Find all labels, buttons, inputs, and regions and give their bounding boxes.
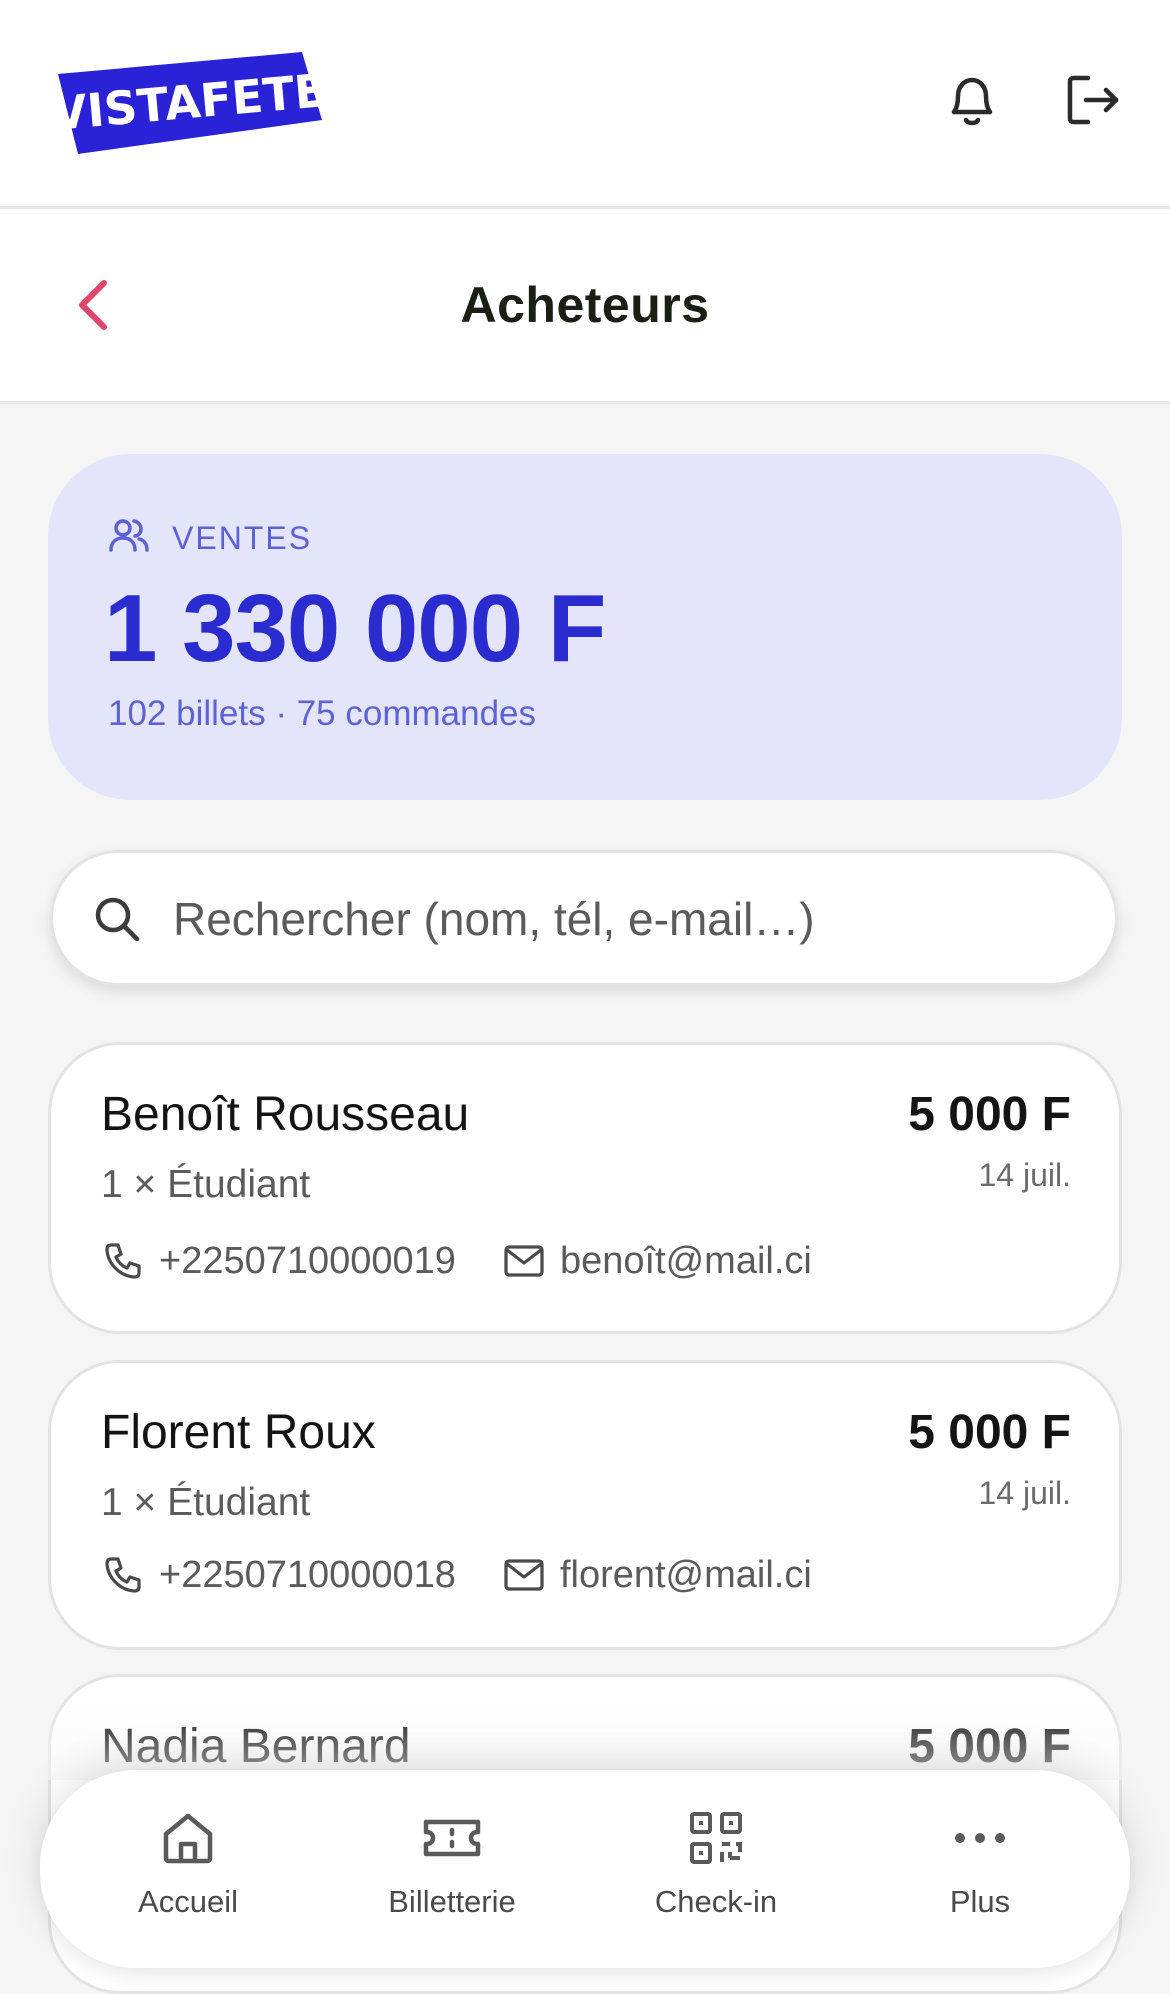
nav-label: Plus (949, 1884, 1011, 1919)
buyer-price: 5 000 F (908, 1406, 1071, 1459)
bottom-nav: Accueil Billetterie Check-in Plus (40, 1770, 1130, 1968)
search-bar[interactable] (50, 850, 1118, 986)
qr-code-icon (686, 1808, 746, 1868)
sales-label-row: VENTES (108, 516, 312, 561)
nav-item-plus[interactable]: Plus (880, 1808, 1080, 1938)
bell-icon[interactable] (940, 68, 1004, 132)
sales-amount: 1 330 000 F (104, 575, 606, 682)
buyer-name: Nadia Bernard (101, 1720, 411, 1773)
page-title: Acheteurs (460, 277, 710, 333)
sales-label: VENTES (172, 520, 313, 556)
buyer-price: 5 000 F (908, 1720, 1071, 1773)
mail-icon (502, 1553, 546, 1597)
top-bar: VISTAFETE (0, 0, 1170, 209)
home-icon (158, 1808, 218, 1868)
nav-item-billetterie[interactable]: Billetterie (352, 1808, 552, 1938)
sales-details: 102 billets · 75 commandes (108, 694, 536, 733)
buyer-ticket: 1 × Étudiant (101, 1163, 311, 1206)
nav-label: Accueil (138, 1884, 238, 1919)
nav-label: Billetterie (388, 1884, 516, 1919)
phone-icon (101, 1553, 145, 1597)
logout-icon[interactable] (1060, 68, 1124, 132)
buyer-card[interactable]: Benoît Rousseau 5 000 F 1 × Étudiant 14 … (48, 1042, 1122, 1334)
nav-item-check-in[interactable]: Check-in (616, 1808, 816, 1938)
buyer-date: 14 juil. (978, 1475, 1072, 1511)
buyer-name: Benoît Rousseau (101, 1088, 470, 1141)
buyer-phone[interactable]: +2250710000019 (159, 1240, 456, 1283)
title-bar: Acheteurs (0, 209, 1170, 404)
buyer-name: Florent Roux (101, 1406, 376, 1459)
buyer-phone[interactable]: +2250710000018 (159, 1554, 456, 1597)
buyer-contact: +2250710000019 benoît@mail.ci (101, 1239, 812, 1283)
nav-item-accueil[interactable]: Accueil (88, 1808, 288, 1938)
buyer-email[interactable]: florent@mail.ci (560, 1554, 812, 1597)
users-icon (108, 516, 150, 561)
phone-icon (101, 1239, 145, 1283)
mail-icon (502, 1239, 546, 1283)
buyer-email[interactable]: benoît@mail.ci (560, 1240, 812, 1283)
vistafete-logo[interactable]: VISTAFETE (54, 52, 324, 154)
buyer-ticket: 1 × Étudiant (101, 1481, 311, 1524)
buyer-contact: +2250710000018 florent@mail.ci (101, 1553, 812, 1597)
sales-summary-card: VENTES 1 330 000 F 102 billets · 75 comm… (48, 454, 1122, 800)
search-input[interactable] (171, 873, 1075, 965)
nav-label: Check-in (654, 1884, 778, 1919)
buyer-card[interactable]: Florent Roux 5 000 F 1 × Étudiant 14 jui… (48, 1360, 1122, 1650)
ticket-icon (422, 1808, 482, 1868)
buyer-date: 14 juil. (978, 1157, 1072, 1193)
more-icon (950, 1808, 1010, 1868)
search-icon (87, 889, 147, 949)
buyer-price: 5 000 F (908, 1088, 1071, 1141)
